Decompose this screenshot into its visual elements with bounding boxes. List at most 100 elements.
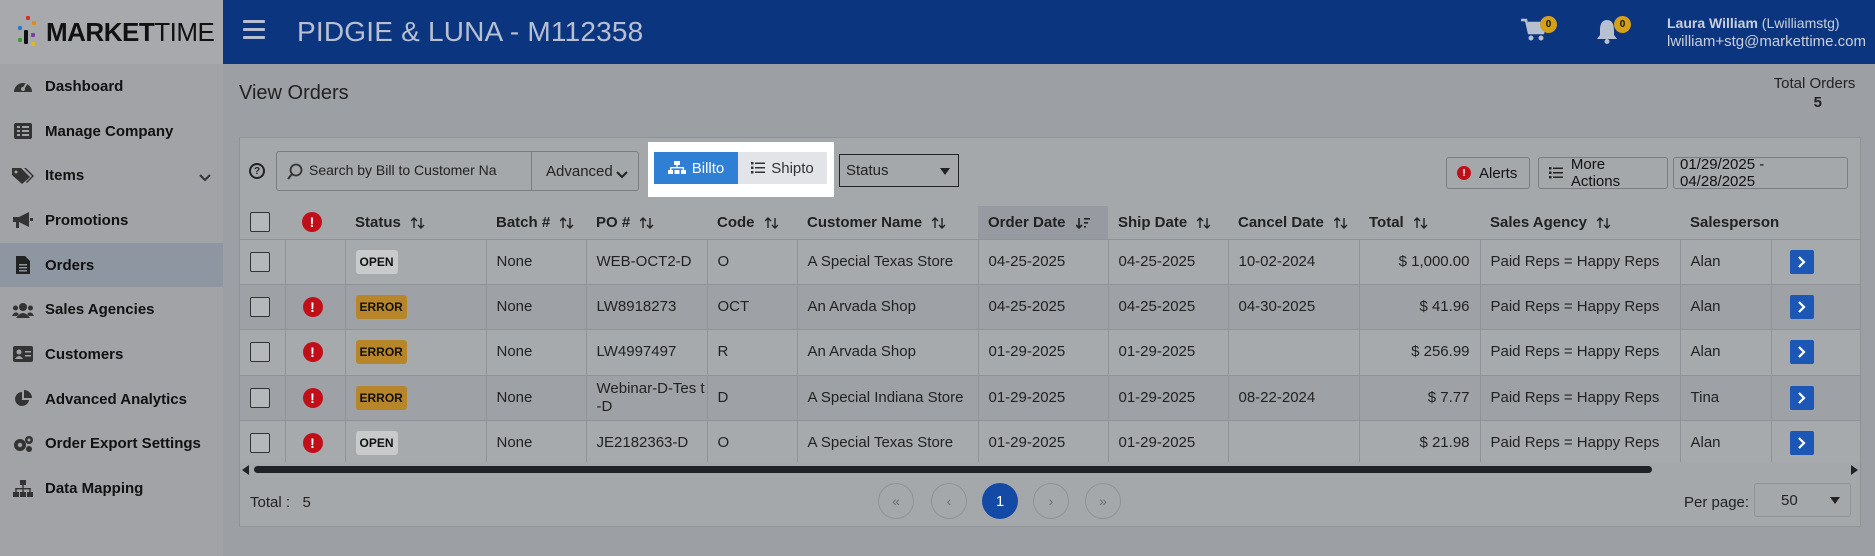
column-header-status[interactable]: Status	[345, 206, 486, 240]
logo[interactable]: MARKETTIME	[0, 0, 223, 64]
row-customer-cell: A Special Texas Store	[797, 239, 979, 285]
sidebar-item-label: Manage Company	[45, 122, 174, 140]
row-checkbox[interactable]	[250, 342, 270, 363]
search-input[interactable]	[309, 162, 524, 178]
sort-icon	[410, 216, 425, 229]
row-checkbox[interactable]	[250, 297, 270, 318]
advanced-search-button[interactable]: Advanced	[532, 151, 639, 191]
sidebar-item-advanced-analytics[interactable]: Advanced Analytics	[0, 377, 223, 422]
column-header-customer-name[interactable]: Customer Name	[797, 206, 978, 240]
column-header-salesperson[interactable]: Salesperson	[1680, 206, 1779, 240]
table-row[interactable]: ! OPEN None JE2182363-D O A Special Texa…	[240, 420, 1860, 462]
per-page-select[interactable]: 50	[1754, 483, 1851, 517]
list-icon	[12, 121, 34, 141]
user-name[interactable]: Laura William (Lwilliamstg)	[1667, 15, 1840, 31]
scroll-left-icon[interactable]	[242, 465, 250, 475]
column-header-order-date[interactable]: Order Date	[978, 206, 1108, 240]
row-cancel-date-cell: 04-30-2025	[1228, 284, 1360, 331]
date-range-picker[interactable]: 01/29/2025 - 04/28/2025	[1673, 156, 1848, 190]
row-ship-date-cell: 01-29-2025	[1108, 420, 1229, 462]
list-check-icon	[1549, 167, 1563, 179]
cart-button[interactable]: 0	[1521, 16, 1557, 48]
first-page-button[interactable]: «	[878, 483, 914, 519]
status-filter-select[interactable]: Status	[839, 154, 959, 187]
row-po-cell: Webinar-D-Tes t-D	[586, 375, 708, 422]
sidebar-item-promotions[interactable]: Promotions	[0, 198, 223, 243]
column-header-batch[interactable]: Batch #	[486, 206, 586, 240]
error-icon[interactable]: !	[302, 297, 323, 318]
sort-icon	[1413, 216, 1428, 229]
sidebar-item-orders[interactable]: Orders	[0, 242, 223, 288]
row-error-cell: !	[285, 375, 346, 422]
row-cancel-date-cell	[1228, 420, 1360, 462]
sidebar-item-items[interactable]: Items	[0, 153, 223, 198]
orders-table: ! Status Batch # PO # Code Customer Name…	[240, 206, 1860, 462]
pie-chart-icon	[12, 389, 34, 409]
status-badge: ERROR	[355, 385, 407, 410]
table-row[interactable]: ! ERROR None LW8918273 OCT An Arvada Sho…	[240, 284, 1860, 331]
scrollbar-thumb[interactable]	[254, 466, 1652, 473]
prev-page-button[interactable]: ‹	[931, 483, 967, 519]
row-action-cell	[1771, 284, 1860, 331]
sidebar-item-sales-agencies[interactable]: Sales Agencies	[0, 287, 223, 332]
view-order-button[interactable]	[1789, 385, 1814, 410]
hamburger-menu-icon[interactable]	[243, 20, 265, 40]
chevron-down-icon[interactable]	[199, 169, 211, 186]
table-row[interactable]: OPEN None WEB-OCT2-D O A Special Texas S…	[240, 239, 1860, 285]
column-header-cancel-date[interactable]: Cancel Date	[1228, 206, 1359, 240]
page-1-button[interactable]: 1	[982, 483, 1018, 519]
table-row[interactable]: ! ERROR None Webinar-D-Tes t-D D A Speci…	[240, 375, 1860, 422]
shipto-toggle-button[interactable]: Shipto	[738, 152, 827, 184]
view-order-button[interactable]	[1789, 431, 1814, 456]
orders-panel: ? Advanced Billto Shipto Status ! Alerts…	[239, 137, 1861, 527]
sidebar-item-customers[interactable]: Customers	[0, 332, 223, 377]
row-agency-cell: Paid Reps = Happy Reps	[1480, 239, 1681, 285]
gauge-icon	[12, 76, 34, 96]
column-header-code[interactable]: Code	[707, 206, 797, 240]
sidebar-item-dashboard[interactable]: Dashboard	[0, 64, 223, 109]
row-checkbox[interactable]	[250, 387, 270, 408]
error-icon[interactable]: !	[302, 342, 323, 363]
alerts-button[interactable]: ! Alerts	[1446, 157, 1530, 189]
sidebar-item-manage-company[interactable]: Manage Company	[0, 109, 223, 154]
error-icon[interactable]: !	[302, 387, 323, 408]
row-salesperson-cell: Alan	[1680, 329, 1772, 376]
column-header-total[interactable]: Total	[1359, 206, 1480, 240]
chevron-right-icon	[1797, 392, 1806, 404]
scroll-right-icon[interactable]	[1850, 465, 1858, 475]
view-order-button[interactable]	[1789, 295, 1814, 320]
next-page-button[interactable]: ›	[1033, 483, 1069, 519]
select-all-checkbox[interactable]	[250, 212, 270, 233]
horizontal-scrollbar[interactable]	[240, 463, 1860, 475]
column-header-po[interactable]: PO #	[586, 206, 707, 240]
billto-toggle-button[interactable]: Billto	[654, 152, 738, 184]
row-order-date-cell: 01-29-2025	[978, 420, 1109, 462]
sidebar: MARKETTIME Dashboard Manage Company Item…	[0, 0, 223, 556]
caret-down-icon	[940, 168, 950, 175]
sitemap-icon	[12, 479, 34, 499]
view-order-button[interactable]	[1789, 249, 1814, 274]
sidebar-item-label: Sales Agencies	[45, 301, 155, 319]
help-icon[interactable]: ?	[249, 163, 265, 179]
row-status-cell: OPEN	[345, 420, 487, 462]
column-header-ship-date[interactable]: Ship Date	[1108, 206, 1228, 240]
row-select-cell	[240, 375, 286, 422]
chevron-right-icon	[1797, 437, 1806, 450]
error-column-header: !	[285, 206, 345, 240]
error-icon[interactable]: !	[302, 433, 323, 454]
sidebar-item-label: Data Mapping	[45, 480, 144, 498]
last-page-button[interactable]: »	[1085, 483, 1121, 519]
view-order-button[interactable]	[1789, 340, 1814, 365]
notifications-button[interactable]: 0	[1595, 16, 1631, 48]
more-actions-button[interactable]: More Actions	[1538, 156, 1668, 190]
sidebar-item-order-export-settings[interactable]: Order Export Settings	[0, 422, 223, 467]
row-checkbox[interactable]	[250, 251, 270, 272]
table-row[interactable]: ! ERROR None LW4997497 R An Arvada Shop …	[240, 329, 1860, 376]
column-header-sales-agency[interactable]: Sales Agency	[1480, 206, 1680, 240]
search-box[interactable]	[276, 151, 532, 191]
row-checkbox[interactable]	[250, 433, 270, 454]
top-header: PIDGIE & LUNA - M112358 0 0 Laura Willia…	[223, 0, 1875, 64]
row-customer-cell: An Arvada Shop	[797, 329, 979, 376]
row-salesperson-cell: Alan	[1680, 239, 1772, 285]
sidebar-item-data-mapping[interactable]: Data Mapping	[0, 466, 223, 511]
